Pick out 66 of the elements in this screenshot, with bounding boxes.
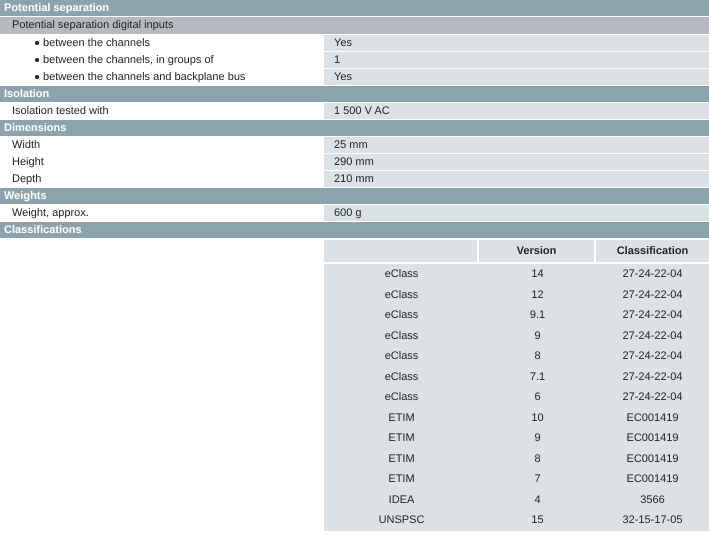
table-cell-text: ETIM [387, 410, 416, 426]
spec-value-cell: 290 mm [324, 154, 709, 170]
spec-label: Width [11, 138, 40, 153]
table-cell-text: EC001419 [626, 472, 680, 487]
section-header: Classifications [0, 222, 709, 239]
table-cell-text: 9 [533, 328, 542, 344]
spec-label: Height [11, 154, 44, 170]
table-cell-text: 27-24-22-04 [622, 370, 684, 384]
table-cell-text: 9.1 [528, 308, 546, 323]
table-cell-text: 7.1 [528, 370, 546, 384]
subsection-title: Potential separation digital inputs [11, 18, 174, 34]
bullet-icon [35, 58, 39, 62]
table-cell-text: 27-24-22-04 [622, 390, 684, 405]
spec-value-cell: Yes [324, 35, 709, 51]
table-cell-text: 14 [530, 267, 545, 282]
spec-label: between the channels, in groups of [43, 52, 214, 68]
table-cell-text: 8 [533, 452, 542, 466]
table-cell-text: eClass [384, 328, 420, 344]
table-cell-text: ETIM [387, 472, 416, 487]
table-cell-text: IDEA [388, 492, 416, 508]
table-cell-text: 27-24-22-04 [622, 328, 684, 344]
spec-value-cell: 210 mm [324, 171, 709, 187]
table-cell-text: EC001419 [626, 431, 680, 446]
table-cell-text: 7 [533, 472, 542, 487]
spec-label: Weight, approx. [11, 206, 89, 221]
spec-value-cell: 25 mm [324, 137, 709, 153]
spec-value-cell: 1 500 V AC [324, 103, 709, 119]
section-header: Isolation [0, 86, 709, 103]
spec-value-cell: 1 [324, 52, 709, 68]
table-cell-text: eClass [384, 370, 420, 384]
table-cell-text: ETIM [387, 431, 416, 446]
table-cell-text: eClass [384, 267, 420, 282]
spec-label: Isolation tested with [11, 104, 109, 119]
table-cell-text: 27-24-22-04 [622, 349, 684, 364]
table-cell-text: 12 [530, 288, 545, 302]
section-header: Dimensions [0, 120, 709, 137]
table-cell-text: 4 [533, 492, 542, 508]
bullet-icon [35, 75, 39, 79]
table-cell-text: 27-24-22-04 [622, 267, 684, 282]
column-header: Classification [616, 244, 690, 259]
table-cell-text: 27-24-22-04 [622, 308, 684, 323]
bullet-icon [35, 41, 39, 45]
table-cell-text: 15 [530, 513, 545, 528]
table-cell-text: UNSPSC [378, 513, 426, 528]
table-cell-text: EC001419 [626, 410, 680, 426]
spec-label: Depth [11, 172, 42, 187]
section-header: Weights [0, 188, 709, 205]
table-cell-text: 32-15-17-05 [622, 513, 684, 528]
spec-label: between the channels and backplane bus [43, 70, 246, 85]
table-cell-text: 27-24-22-04 [622, 288, 684, 302]
table-cell-text: eClass [384, 349, 420, 364]
column-header: Version [479, 240, 596, 262]
table-cell-text: eClass [384, 288, 420, 302]
table-cell-text: eClass [384, 308, 420, 323]
section-header: Potential separation [0, 0, 709, 17]
spec-label: between the channels [43, 36, 150, 51]
table-cell-text: 9 [533, 431, 542, 446]
table-cell-text: 3566 [639, 492, 666, 508]
table-cell-text: 6 [533, 390, 542, 405]
table-cell-text: 10 [530, 410, 545, 426]
table-cell-text: 8 [533, 349, 542, 364]
table-cell-text: ETIM [387, 452, 416, 466]
table-cell-text: eClass [384, 390, 420, 405]
table-cell-text: EC001419 [626, 452, 680, 466]
spec-value-cell: Yes [324, 69, 709, 85]
spec-value-cell: 600 g [324, 205, 709, 221]
